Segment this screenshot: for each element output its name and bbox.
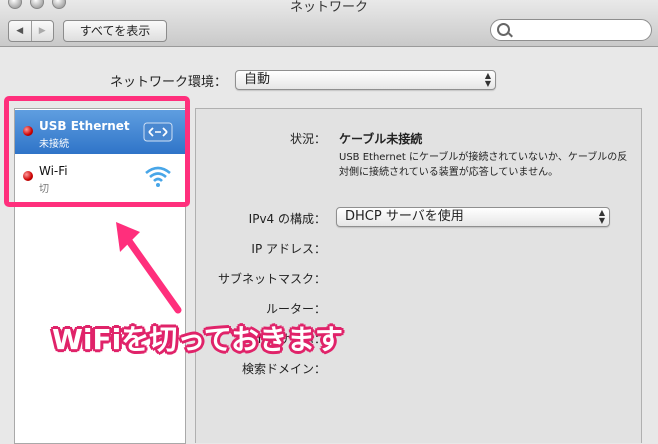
- search-field[interactable]: [490, 19, 652, 41]
- search-icon: [497, 23, 510, 36]
- location-value: 自動: [244, 72, 271, 87]
- location-label: ネットワーク環境：: [110, 75, 228, 90]
- window-title: ネットワーク: [289, 0, 368, 15]
- ipv4-value: DHCP サーバを使用: [345, 209, 464, 224]
- annotation-highlight-box: [4, 96, 190, 207]
- title-bar: ネットワーク ◀ ▶ すべてを表示: [0, 0, 658, 47]
- ipv4-label: IPv4 の構成：: [248, 212, 326, 226]
- popup-arrows-icon: ▲ ▼: [598, 208, 605, 225]
- annotation-text: WiFiを切っておきます: [52, 323, 343, 356]
- ip-address-label: IP アドレス：: [251, 242, 326, 256]
- status-value: ケーブル未接続: [339, 132, 423, 146]
- back-button[interactable]: ◀: [9, 21, 31, 41]
- router-label: ルーター：: [265, 302, 326, 316]
- forward-button[interactable]: ▶: [30, 21, 54, 41]
- ipv4-popup[interactable]: DHCP サーバを使用 ▲ ▼: [336, 207, 610, 227]
- status-description: USB Ethernet にケーブルが接続されていないか、ケーブルの反対側に接続…: [339, 152, 628, 178]
- subnet-mask-label: サブネットマスク：: [217, 272, 326, 286]
- location-popup[interactable]: 自動 ▲ ▼: [235, 70, 496, 90]
- search-domain-label: 検索ドメイン：: [241, 362, 326, 376]
- status-label: 状況：: [289, 132, 326, 146]
- show-all-button[interactable]: すべてを表示: [63, 20, 167, 42]
- popup-arrows-icon: ▲ ▼: [484, 71, 491, 88]
- annotation-arrow: [116, 222, 182, 314]
- nav-buttons: ◀ ▶: [8, 20, 54, 42]
